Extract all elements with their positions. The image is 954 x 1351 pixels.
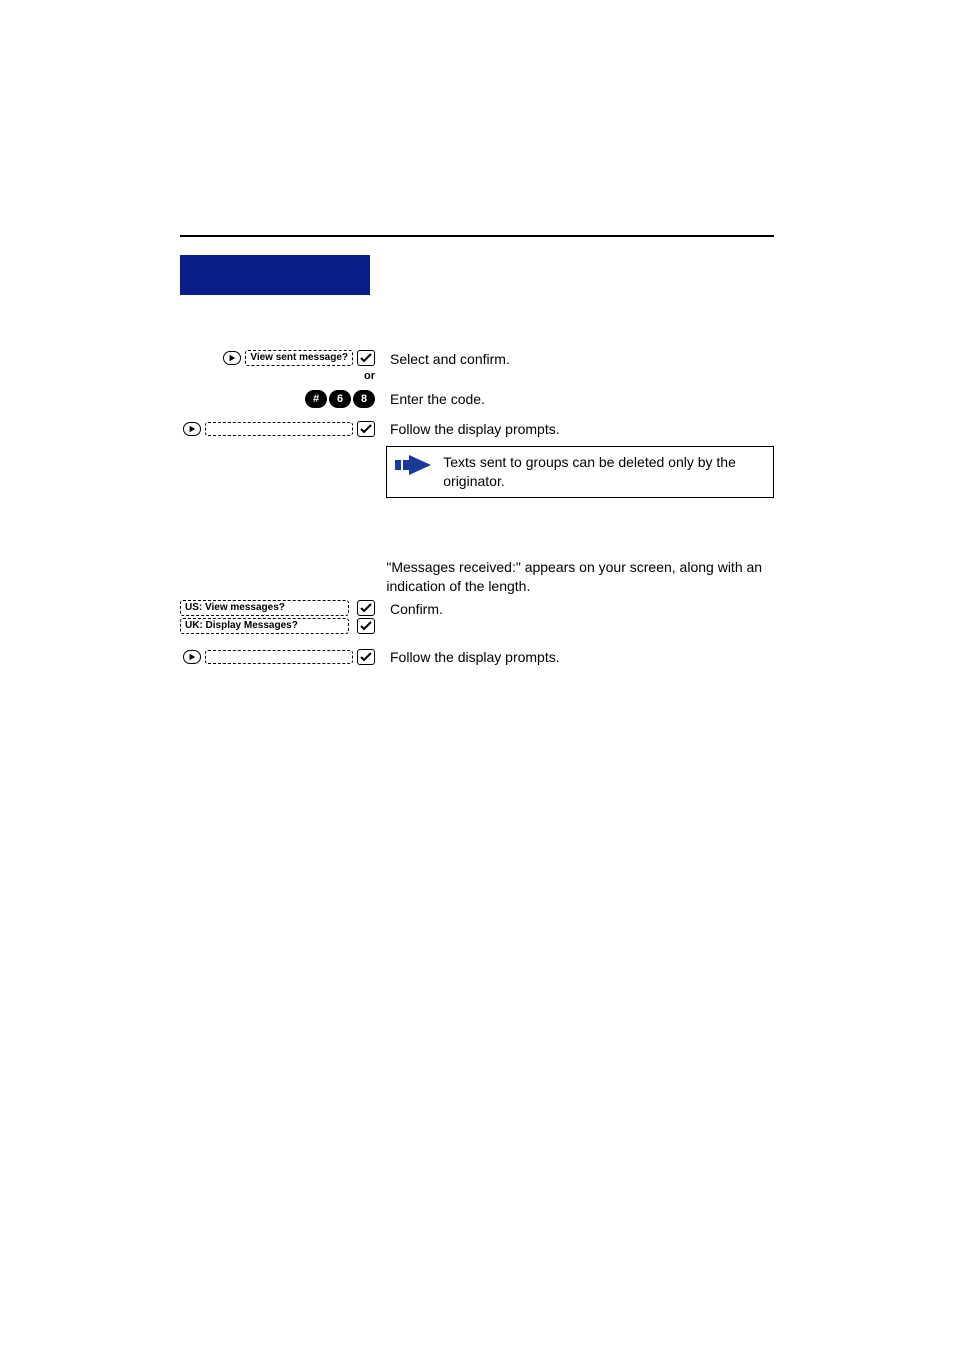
scroll-icon bbox=[183, 650, 201, 664]
key-8[interactable]: 8 bbox=[353, 390, 375, 408]
note-text: Texts sent to groups can be deleted only… bbox=[443, 453, 765, 491]
page: View sent message? Select and confirm. o… bbox=[0, 0, 954, 1351]
key-hash[interactable]: # bbox=[305, 390, 327, 408]
option-display-messages-uk[interactable]: UK: Display Messages? bbox=[180, 618, 349, 634]
confirm-check-button[interactable] bbox=[357, 600, 375, 616]
instruction-text: Enter the code. bbox=[390, 390, 485, 409]
option-view-sent-message[interactable]: View sent message? bbox=[245, 350, 353, 366]
confirm-check-button[interactable] bbox=[357, 649, 375, 665]
note-arrow-icon bbox=[395, 455, 431, 475]
instruction-text: Select and confirm. bbox=[390, 350, 510, 369]
scroll-icon bbox=[183, 422, 201, 436]
code-keys: # 6 8 bbox=[305, 390, 375, 408]
key-6[interactable]: 6 bbox=[329, 390, 351, 408]
option-view-messages-us[interactable]: US: View messages? bbox=[180, 600, 349, 616]
scroll-icon bbox=[223, 351, 241, 365]
paragraph-text: "Messages received:" appears on your scr… bbox=[386, 558, 774, 596]
instruction-text: Follow the display prompts. bbox=[390, 420, 560, 439]
instruction-text: Confirm. bbox=[390, 600, 443, 619]
instruction-text: Follow the display prompts. bbox=[390, 648, 560, 667]
display-field bbox=[205, 422, 353, 436]
note-box: Texts sent to groups can be deleted only… bbox=[386, 446, 774, 498]
display-field bbox=[205, 650, 353, 664]
confirm-check-button[interactable] bbox=[357, 421, 375, 437]
confirm-check-button[interactable] bbox=[357, 618, 375, 634]
section-tab bbox=[180, 255, 370, 295]
header-divider bbox=[180, 235, 774, 237]
or-label: or bbox=[364, 370, 375, 382]
confirm-check-button[interactable] bbox=[357, 350, 375, 366]
